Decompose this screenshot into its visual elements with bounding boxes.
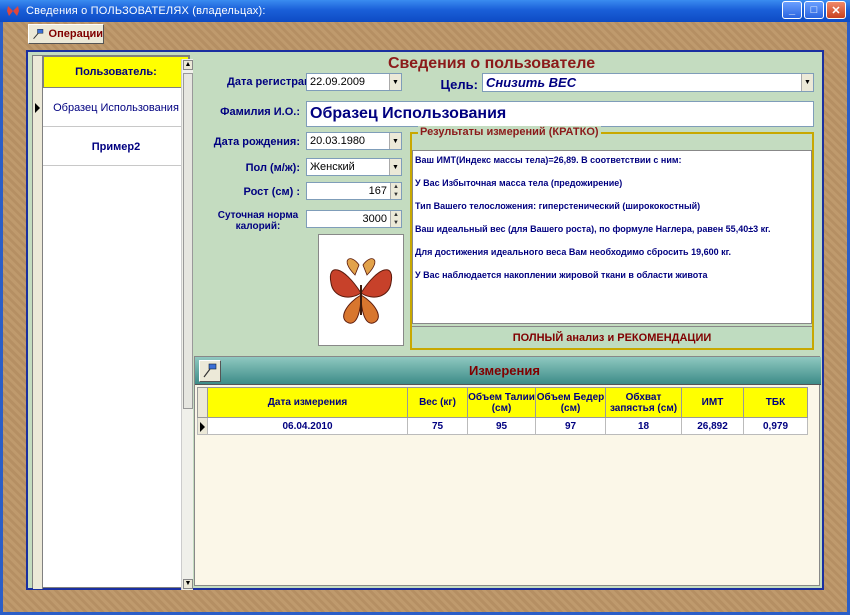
dropdown-arrow-icon[interactable]: ▼ [801,74,813,91]
pushpin-icon [203,363,217,378]
column-header[interactable]: ТБК [743,387,808,418]
record-selector-active[interactable] [33,89,43,127]
maximize-button[interactable]: □ [804,1,824,19]
user-list-header: Пользователь: [43,56,189,88]
row-selector[interactable] [197,417,208,435]
spin-down-icon[interactable]: ▼ [391,191,401,199]
column-header[interactable]: Объем Бедер (см) [535,387,606,418]
table-cell[interactable]: 26,892 [681,417,744,435]
birth-date-value: 20.03.1980 [310,135,366,147]
header-selector [197,387,208,418]
measurements-pin-button[interactable] [199,360,221,382]
gender-select[interactable]: Женский ▼ [306,158,402,176]
goal-select[interactable]: Снизить ВЕС ▼ [482,73,814,92]
calories-label: Суточная норма калорий: [217,210,299,232]
registration-date-field[interactable]: 22.09.2009 ▼ [306,73,402,91]
scroll-thumb[interactable] [183,73,193,409]
user-list-item[interactable]: Пример2 [43,128,189,166]
window-title: Сведения о ПОЛЬЗОВАТЕЛЯХ (владельцах): [26,5,266,17]
measurements-panel: Измерения Дата измерения Вес (кг) Объем … [194,356,821,586]
scroll-up-arrow-icon[interactable]: ▲ [183,60,193,70]
full-analysis-button[interactable]: ПОЛНЫЙ анализ и РЕКОМЕНДАЦИИ [412,326,812,348]
spin-up-icon[interactable]: ▲ [391,211,401,219]
calories-stepper[interactable]: 3000 ▲ ▼ [306,210,402,228]
fio-field[interactable]: Образец Использования [306,101,814,127]
gender-value: Женский [310,161,355,173]
result-line: У Вас Избыточная масса тела (предожирени… [415,178,623,188]
spin-buttons[interactable]: ▲ ▼ [390,211,401,227]
registration-date-value: 22.09.2009 [310,76,366,88]
table-cell[interactable]: 0,979 [743,417,808,435]
spin-buttons[interactable]: ▲ ▼ [390,183,401,199]
table-cell[interactable]: 75 [407,417,468,435]
result-line: Ваш ИМТ(Индекс массы тела)=26,89. В соот… [415,155,682,165]
goal-value: Снизить ВЕС [486,75,577,90]
fio-label: Фамилия И.О.: [220,106,300,118]
dropdown-arrow-icon[interactable]: ▼ [389,133,401,149]
user-list-scrollbar[interactable]: ▲ ▼ [181,59,193,590]
result-line: Тип Вашего телосложения: гиперстенически… [415,201,701,211]
calories-value: 3000 [362,213,387,225]
column-header[interactable]: Дата измерения [207,387,408,418]
goal-label: Цель: [440,77,478,92]
result-line: Ваш идеальный вес (для Вашего роста), по… [415,224,771,234]
page-title: Сведения о пользователе [388,55,596,72]
results-text[interactable]: Ваш ИМТ(Индекс массы тела)=26,89. В соот… [412,150,812,324]
table-row[interactable]: 06.04.2010 75 95 97 18 26,892 0,979 [197,417,808,435]
close-button[interactable]: ✕ [826,1,846,19]
minimize-button[interactable]: _ [782,1,802,19]
column-header[interactable]: Обхват запястья (см) [605,387,682,418]
dropdown-arrow-icon[interactable]: ▼ [389,159,401,175]
user-list-item[interactable]: Образец Использования [43,89,189,127]
main-panel: Пользователь: Образец Использования Прим… [26,50,824,590]
measurements-header: Измерения [195,357,821,385]
birth-date-label: Дата рождения: [213,136,300,148]
height-value: 167 [368,185,387,197]
pushpin-icon [33,29,44,40]
birth-date-field[interactable]: 20.03.1980 ▼ [306,132,402,150]
table-cell[interactable]: 06.04.2010 [207,417,408,435]
results-legend: Результаты измерений (КРАТКО) [418,126,601,138]
column-header[interactable]: Вес (кг) [407,387,468,418]
dropdown-arrow-icon[interactable]: ▼ [389,74,401,90]
measurements-table: Дата измерения Вес (кг) Объем Талии (см)… [197,387,808,435]
user-photo[interactable] [318,234,404,346]
title-bar: Сведения о ПОЛЬЗОВАТЕЛЯХ (владельцах): _… [0,0,850,22]
fio-value: Образец Использования [310,105,507,122]
spin-down-icon[interactable]: ▼ [391,219,401,227]
operations-label: Операции [48,28,103,40]
app-icon [7,6,19,16]
results-group: Результаты измерений (КРАТКО) Ваш ИМТ(Ин… [410,126,814,350]
measurements-title: Измерения [469,363,540,378]
spin-up-icon[interactable]: ▲ [391,183,401,191]
table-cell[interactable]: 18 [605,417,682,435]
scroll-down-arrow-icon[interactable]: ▼ [183,579,193,589]
height-label: Рост (см) : [243,186,301,198]
table-cell[interactable]: 95 [467,417,536,435]
gender-label: Пол (м/ж): [245,162,300,174]
user-list: Пользователь: Образец Использования Прим… [32,55,193,590]
column-header[interactable]: ИМТ [681,387,744,418]
result-line: Для достижения идеального веса Вам необх… [415,247,731,257]
column-header[interactable]: Объем Талии (см) [467,387,536,418]
result-line: У Вас наблюдается накоплении жировой тка… [415,270,708,280]
record-selector-column [33,56,43,589]
table-cell[interactable]: 97 [535,417,606,435]
butterfly-image [329,258,393,324]
operations-button[interactable]: Операции [28,24,104,44]
height-stepper[interactable]: 167 ▲ ▼ [306,182,402,200]
